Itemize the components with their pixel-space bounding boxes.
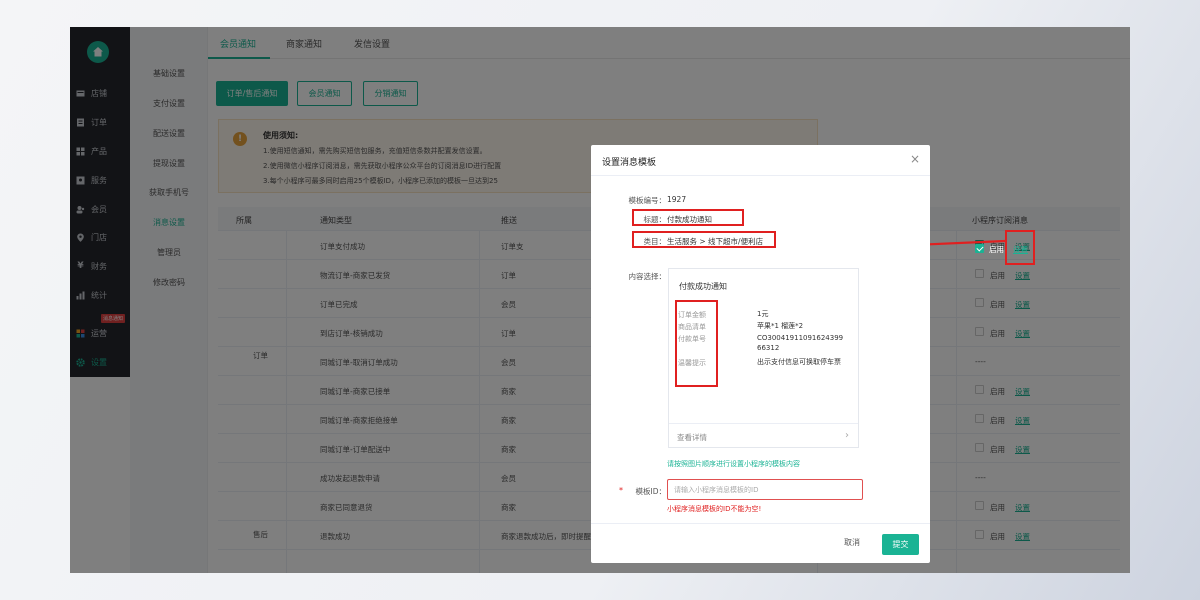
close-icon[interactable]: × <box>909 153 921 165</box>
template-no-value: 1927 <box>667 195 687 204</box>
template-id-label: 模板ID： <box>635 487 667 496</box>
app-window: 店铺 订单 产品 服务 会员 门店 ¥ 财务 统计 消息通知 <box>70 27 1130 573</box>
preview-field-value: 1元 <box>757 310 769 318</box>
modal-title: 设置消息模板 <box>602 158 657 168</box>
template-id-input[interactable] <box>667 479 863 500</box>
view-details-link[interactable]: 查看详情 <box>677 432 707 443</box>
title-value: 付款成功通知 <box>667 215 712 224</box>
template-no-label: 模板编号： <box>628 196 667 205</box>
preview-title: 付款成功通知 <box>679 282 727 291</box>
highlight-box <box>675 300 718 387</box>
preview-field-value: 出示支付信息可换取停车票 <box>757 358 841 366</box>
preview-field-value: 苹果*1 榴莲*2 <box>757 322 804 330</box>
template-id-error: 小程序消息模板的ID不能为空! <box>667 505 762 513</box>
cancel-button[interactable]: 取消 <box>844 537 860 548</box>
submit-button[interactable]: 提交 <box>882 534 919 555</box>
modal-header-divider <box>591 175 930 176</box>
order-hint: 请按照图片顺序进行设置小程序的模板内容 <box>667 460 800 468</box>
modal-footer-divider <box>591 523 930 524</box>
template-preview: 付款成功通知 订单金额 商品清单 付款单号 温馨提示 1元 苹果*1 榴莲*2 … <box>668 268 859 448</box>
title-label: 标题： <box>643 215 667 224</box>
preview-footer[interactable]: 查看详情 › <box>669 423 858 449</box>
template-modal: 设置消息模板 × 模板编号： 1927 标题： 付款成功通知 类目： 生活服务 … <box>591 145 930 563</box>
content-select-label: 内容选择： <box>628 272 667 281</box>
preview-field-value: CO30041911091624399 66312 <box>757 334 844 352</box>
category-value: 生活服务 > 线下超市/便利店 <box>667 237 764 246</box>
chevron-right-icon: › <box>845 430 849 441</box>
category-label: 类目： <box>643 237 667 246</box>
